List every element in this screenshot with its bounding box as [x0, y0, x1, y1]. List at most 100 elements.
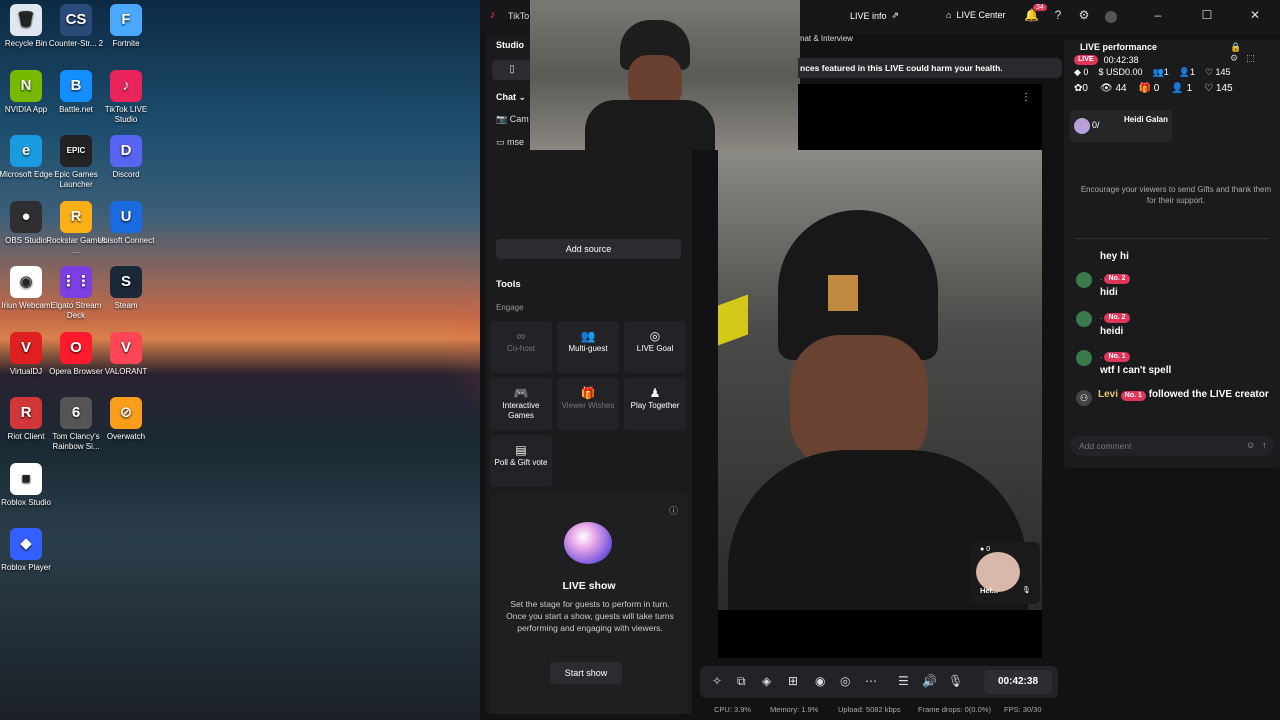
camera-preview: [530, 0, 800, 150]
ai-icon[interactable]: ◈: [762, 674, 771, 688]
live-show-title: LIVE show: [562, 580, 616, 592]
tool-label: Play Together: [630, 401, 680, 410]
tool-icon: 🎁: [580, 386, 596, 400]
chat-tab[interactable]: Chat ⌄: [496, 92, 526, 103]
source-item[interactable]: ▭ mse: [496, 137, 524, 148]
desktop-icon-label: TikTok LIVE Studio: [104, 104, 148, 124]
guests-stat: ✿0: [1074, 83, 1088, 94]
target-icon[interactable]: ◎: [840, 674, 850, 688]
tool-label: Co-host: [506, 344, 535, 353]
desktop-icons: 🗑 Recycle Bin CS Counter-Str... 2 F Fortnite N…: [0, 0, 160, 720]
desktop-icon-label: VALORANT: [104, 366, 148, 376]
avatar[interactable]: [1105, 11, 1117, 23]
tool-icon: ♟: [649, 386, 661, 400]
more-icon[interactable]: ⋯: [865, 674, 877, 688]
camera-icon: 📷: [496, 114, 508, 124]
chat-message: . No. 2 heidi: [1076, 309, 1272, 337]
send-icon[interactable]: ↑: [1262, 440, 1267, 450]
health-warning-banner: nces featured in this LIVE could harm yo…: [798, 58, 1062, 78]
tool-interactive-games[interactable]: 🎮 Interactive Games: [490, 378, 552, 430]
desktop-icon-roblox-studio[interactable]: ■ Roblox Studio: [0, 462, 56, 508]
microphone-icon[interactable]: 🎙: [948, 674, 963, 688]
tool-label: Multi-guest: [568, 344, 608, 353]
rank-badge: No. 2: [1104, 274, 1130, 284]
speaker-icon[interactable]: 🔊: [922, 674, 937, 688]
chat-text: hey hi: [1100, 251, 1129, 262]
chat-message: hey hi: [1076, 248, 1272, 262]
desktop-icon-tiktok-live-studio[interactable]: ♪ TikTok LIVE Studio: [96, 69, 156, 125]
tool-icon: 🎮: [513, 386, 529, 400]
sliders-icon[interactable]: ☰: [898, 674, 909, 688]
live-badge: LIVE: [1074, 55, 1098, 65]
more-options-icon[interactable]: ⋮: [1021, 92, 1031, 103]
tool-icon: ◎: [649, 329, 661, 343]
desktop-icon-valorant[interactable]: V VALORANT: [96, 331, 156, 377]
app-title: TikTo: [508, 11, 530, 21]
emoji-icon[interactable]: ☺: [1246, 440, 1255, 450]
desktop-icon-overwatch[interactable]: ⊘ Overwatch: [96, 397, 156, 442]
effects-icon[interactable]: ✧: [712, 674, 722, 688]
live-performance-panel: LIVE performance 🔒⚙⬚ LIVE 00:42:38 ◆ 0 $…: [1064, 40, 1280, 468]
followers-stat: 👤1: [1178, 67, 1195, 77]
minimize-icon[interactable]: –: [1148, 8, 1168, 22]
tool-icon: 👥: [580, 329, 596, 343]
comment-placeholder: Add comment: [1079, 441, 1132, 451]
viewers-stat: 👁 44: [1099, 83, 1127, 94]
tool-multi-guest[interactable]: 👥 Multi-guest: [557, 321, 619, 373]
cpu-stat: CPU: 3.9%: [714, 705, 752, 714]
category-tag: nat & Interview: [800, 34, 853, 43]
follower-name: Levi: [1098, 389, 1119, 400]
tool-play-together[interactable]: ♟ Play Together: [624, 378, 686, 430]
desktop-icon-roblox-player[interactable]: ◆ Roblox Player: [0, 528, 56, 573]
gifter-name: Heidi Galan: [1124, 115, 1169, 124]
top-gifter-card[interactable]: 0/ Heidi Galan: [1070, 110, 1172, 142]
gifts-stat: 🎁 0: [1138, 83, 1160, 94]
live-info-button[interactable]: LIVE info ⇗: [850, 10, 899, 21]
desktop-icon-label: Discord: [112, 170, 140, 179]
app-icon: ♪: [110, 69, 142, 102]
desktop-icon-label: Roblox Studio: [1, 497, 51, 507]
app-icon: EPIC: [60, 135, 92, 167]
desktop-icon-steam[interactable]: S Steam: [96, 266, 156, 311]
chat-text: wtf I can't spell: [1100, 365, 1172, 376]
fps-stat: FPS: 30/30: [1004, 705, 1042, 714]
desktop-icon-ubisoft-connect[interactable]: U Ubisoft Connect: [96, 200, 156, 246]
notifications-button[interactable]: 🔔 34: [1024, 4, 1047, 22]
settings-icon[interactable]: ⚙: [1074, 8, 1094, 22]
maximize-icon[interactable]: ☐: [1197, 8, 1217, 22]
app-icon: 6: [60, 397, 92, 429]
screen-icon[interactable]: ⊞: [788, 674, 798, 688]
guest-tile[interactable]: ● 0 Hel... 🎙: [970, 542, 1040, 604]
app-icon: U: [110, 200, 142, 233]
add-source-button[interactable]: Add source: [496, 239, 681, 259]
guest-name: Hel...: [980, 586, 998, 595]
comment-input[interactable]: Add comment ☺ ↑: [1070, 436, 1274, 456]
avatar: [1076, 350, 1092, 366]
notification-badge: 34: [1033, 4, 1047, 11]
likes-total-stat: ♡ 145: [1204, 83, 1233, 94]
stream-timer: 00:42:38: [984, 670, 1052, 694]
tool-label: Interactive Games: [502, 401, 540, 420]
close-icon[interactable]: ✕: [1245, 8, 1265, 22]
help-icon[interactable]: ?: [1048, 8, 1068, 22]
desktop-icon-label: Steam: [114, 301, 138, 310]
layout-toggle[interactable]: ▯: [492, 60, 532, 80]
live-center-button[interactable]: ⌂ LIVE Center: [946, 10, 1005, 20]
tool-poll-gift-vote[interactable]: ▤ Poll & Gift vote: [490, 435, 552, 487]
app-icon: R: [10, 397, 42, 429]
memory-stat: Memory: 1.9%: [770, 705, 819, 714]
desktop-icon-fortnite[interactable]: F Fortnite: [96, 4, 156, 49]
start-show-button[interactable]: Start show: [550, 662, 622, 684]
desktop-icon-discord[interactable]: D Discord: [96, 135, 156, 180]
app-icon: ⋮⋮: [60, 266, 92, 298]
help-circle-icon[interactable]: ⓘ: [669, 504, 678, 517]
record-icon[interactable]: ◉: [815, 674, 825, 688]
app-icon: V: [10, 331, 42, 364]
panel-controls[interactable]: 🔒⚙⬚: [1230, 42, 1280, 64]
tool-live-goal[interactable]: ◎ LIVE Goal: [624, 321, 686, 373]
scene-icon[interactable]: ⧉: [737, 674, 746, 689]
tool-icon: ∞: [516, 329, 526, 343]
app-icon: D: [110, 135, 142, 167]
app-icon: 🗑: [10, 4, 42, 36]
source-item[interactable]: 📷 Cam: [496, 114, 529, 125]
